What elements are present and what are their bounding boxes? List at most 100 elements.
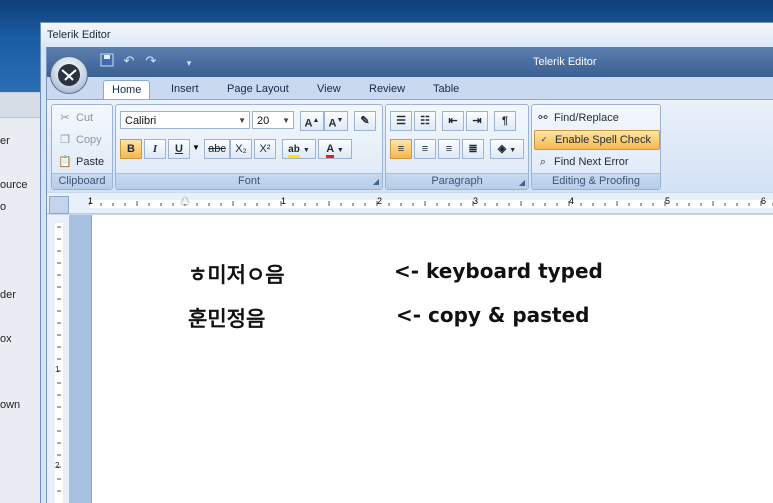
outer-window-titlebar: Telerik Editor (41, 23, 773, 47)
ruler-ticks (89, 200, 773, 208)
save-icon[interactable] (99, 53, 115, 69)
shading-button[interactable]: ◈ ▼ (490, 139, 524, 159)
font-color-button[interactable]: A ▼ (318, 139, 352, 159)
find-replace-button[interactable]: ⚯ Find/Replace (536, 109, 619, 127)
tab-review[interactable]: Review (361, 80, 413, 99)
tab-table[interactable]: Table (425, 80, 467, 99)
find-next-error-label: Find Next Error (554, 156, 629, 168)
clipboard-icon: 📋 (58, 156, 72, 168)
document-line-2[interactable]: 훈민정음 (188, 303, 265, 333)
font-color-icon: A (326, 143, 334, 158)
numbering-icon[interactable]: ☷ (414, 111, 436, 131)
bullets-icon[interactable]: ☰ (390, 111, 412, 131)
copy-label: Copy (76, 134, 102, 146)
font-size-select[interactable]: 20 ▼ (252, 111, 294, 129)
underline-button[interactable]: U (168, 139, 190, 159)
chevron-down-icon: ▼ (238, 116, 246, 125)
redo-icon[interactable]: ↷ (143, 53, 159, 69)
telerik-logo-icon (58, 64, 80, 86)
background-item: own (0, 399, 21, 411)
chevron-down-icon[interactable]: ▼ (192, 143, 200, 152)
vertical-ruler-number: 2 (55, 461, 60, 470)
background-item: ource (0, 179, 28, 191)
align-left-icon[interactable]: ≡ (390, 139, 412, 159)
document-line-1[interactable]: ㅎ미저ㅇ음 (188, 259, 285, 289)
background-item: o (0, 201, 7, 213)
grow-font-button[interactable]: A▲ (300, 111, 324, 131)
quick-access-dropdown-icon[interactable]: ▾ (181, 55, 197, 71)
dialog-launcher-icon[interactable]: ◢ (519, 178, 525, 187)
tab-home[interactable]: Home (103, 80, 151, 100)
document-note-1[interactable]: <- keyboard typed (394, 259, 603, 283)
editor-title: Telerik Editor (533, 56, 597, 68)
find-replace-label: Find/Replace (554, 112, 619, 124)
background-item: er (0, 135, 10, 147)
strikethrough-button[interactable]: abc (204, 139, 230, 159)
find-error-icon: ⌕ (539, 156, 547, 168)
shrink-font-button[interactable]: A▼ (324, 111, 348, 131)
vertical-ruler-ticks (55, 223, 63, 503)
copy-button[interactable]: ❐ Copy (58, 131, 102, 149)
undo-icon[interactable]: ↶ (121, 53, 137, 69)
spell-check-icon: ✓ (540, 135, 548, 144)
background-panel-header (0, 93, 44, 118)
indent-marker-icon[interactable] (181, 197, 189, 204)
paragraph-group-label: Paragraph (386, 173, 528, 189)
dialog-launcher-icon[interactable]: ◢ (373, 177, 379, 186)
highlight-color-button[interactable]: ab ▼ (282, 139, 316, 159)
tab-stop-selector[interactable] (49, 196, 69, 214)
increase-indent-icon[interactable]: ⇥ (466, 111, 488, 131)
paragraph-group: ☰ ☷ ⇤ ⇥ ¶ ≡ ≡ ≡ ≣ ◈ ▼ Paragraph ◢ (385, 104, 529, 190)
cut-button[interactable]: ✂ Cut (58, 109, 93, 127)
editing-proofing-group: ⚯ Find/Replace ✓ Enable Spell Check ⌕ Fi… (531, 104, 661, 190)
font-group-label: Font (116, 173, 382, 189)
italic-button[interactable]: I (144, 139, 166, 159)
align-right-icon[interactable]: ≡ (438, 139, 460, 159)
background-item: der (0, 289, 16, 301)
outer-window-title: Telerik Editor (47, 29, 111, 41)
ruler-number: 4 (569, 196, 575, 206)
paste-button[interactable]: 📋 Paste (58, 153, 104, 171)
spell-check-label: Enable Spell Check (555, 134, 652, 146)
ribbon-tabs: Home Insert Page Layout View Review Tabl… (47, 77, 773, 100)
document-note-2[interactable]: <- copy & pasted (396, 303, 590, 327)
decrease-indent-icon[interactable]: ⇤ (442, 111, 464, 131)
tab-page-layout[interactable]: Page Layout (219, 80, 297, 99)
tab-insert[interactable]: Insert (163, 80, 207, 99)
background-item: ox (0, 333, 12, 345)
highlighter-icon: ab (288, 144, 300, 158)
align-center-icon[interactable]: ≡ (414, 139, 436, 159)
justify-icon[interactable]: ≣ (462, 139, 484, 159)
copy-icon: ❐ (60, 134, 70, 146)
enable-spell-check-button[interactable]: ✓ Enable Spell Check (534, 130, 660, 150)
application-menu-button[interactable] (50, 56, 88, 94)
paint-bucket-icon: ◈ (497, 143, 507, 155)
font-family-select[interactable]: Calibri ▼ (120, 111, 250, 129)
ruler-number: 1 (88, 196, 94, 206)
font-family-value: Calibri (125, 115, 157, 127)
binoculars-icon: ⚯ (538, 112, 548, 124)
bold-button[interactable]: B (120, 139, 142, 159)
scissors-icon: ✂ (60, 112, 70, 124)
ruler-number: 5 (665, 196, 671, 206)
paste-label: Paste (76, 156, 105, 168)
ruler-number: 2 (377, 196, 383, 206)
subscript-button[interactable]: X₂ (230, 139, 252, 159)
ruler-number: 6 (761, 196, 767, 206)
ruler-number: 3 (473, 196, 479, 206)
show-formatting-button[interactable]: ¶ (494, 111, 516, 131)
editor-titlebar: Telerik Editor ↶ ↷ ▾ (47, 47, 773, 77)
font-group: Calibri ▼ 20 ▼ A▲ A▼ ✎ B I U ▼ abc X₂ X²… (115, 104, 383, 190)
outer-window: Telerik Editor Telerik Editor ↶ ↷ ▾ Home… (40, 22, 773, 503)
find-next-error-button[interactable]: ⌕ Find Next Error (536, 153, 629, 171)
cut-label: Cut (76, 112, 94, 124)
document-page[interactable]: ㅎ미저ㅇ음 <- keyboard typed 훈민정음 <- copy & p… (91, 215, 773, 503)
chevron-down-icon: ▼ (282, 116, 290, 125)
tab-view[interactable]: View (309, 80, 349, 99)
ruler-number: 1 (281, 196, 287, 206)
clipboard-group-label: Clipboard (52, 173, 112, 189)
font-size-value: 20 (257, 115, 270, 127)
background-app-panel: er ource o der ox own (0, 92, 44, 503)
superscript-button[interactable]: X² (254, 139, 276, 159)
clear-format-icon[interactable]: ✎ (354, 111, 376, 131)
